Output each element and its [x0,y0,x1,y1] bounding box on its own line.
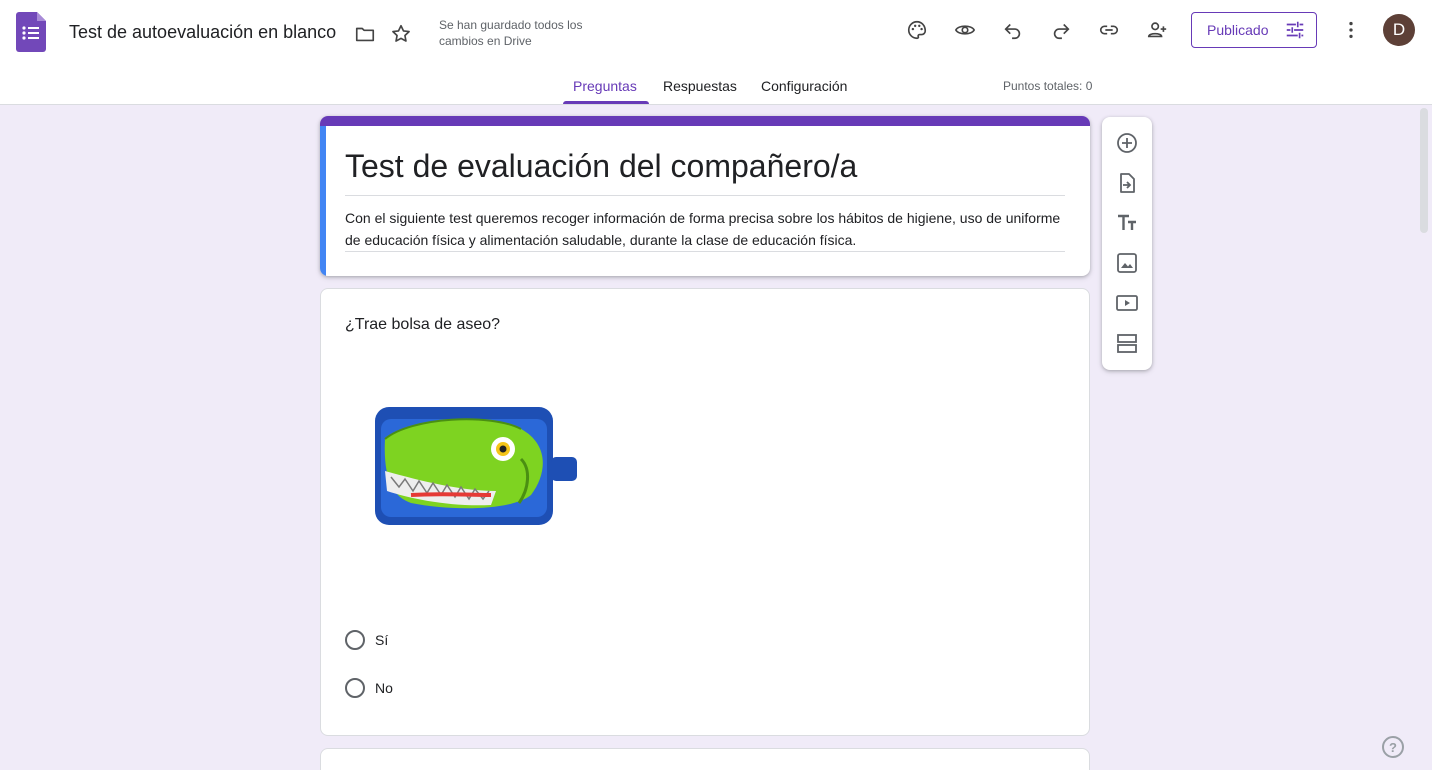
title-divider [345,195,1065,196]
tab-respuestas[interactable]: Respuestas [663,78,737,94]
side-toolbar [1102,117,1152,370]
eye-icon[interactable] [949,14,981,46]
add-video-icon[interactable] [1115,291,1139,315]
radio-button[interactable] [345,678,365,698]
radio-button[interactable] [345,630,365,650]
forms-logo-icon[interactable] [16,12,46,52]
form-description[interactable]: Con el siguiente test queremos recoger i… [345,207,1065,251]
help-icon[interactable]: ? [1382,736,1404,758]
palette-icon[interactable] [901,14,933,46]
link-icon[interactable] [1093,14,1125,46]
form-title[interactable]: Test de evaluación del compañero/a [345,148,857,185]
selected-indicator [320,126,326,276]
save-status: Se han guardado todos los cambios en Dri… [439,18,583,48]
add-title-icon[interactable] [1115,211,1139,235]
option-si[interactable]: Sí [345,629,388,651]
next-question-card[interactable] [320,748,1090,770]
total-points: Puntos totales: 0 [1003,79,1093,93]
active-tab-indicator [563,101,649,104]
tab-bar: Preguntas Respuestas Configuración Punto… [0,70,1432,104]
star-icon[interactable] [385,18,417,50]
tab-preguntas[interactable]: Preguntas [573,78,637,94]
undo-icon[interactable] [997,14,1029,46]
option-label: No [375,680,393,696]
toiletry-bag-image [375,407,577,525]
publish-button[interactable]: Publicado [1191,12,1317,48]
add-section-icon[interactable] [1115,331,1139,355]
tab-configuracion[interactable]: Configuración [761,78,847,94]
option-no[interactable]: No [345,677,393,699]
scrollbar-thumb[interactable] [1420,108,1428,233]
publish-label: Publicado [1207,22,1269,38]
tune-icon [1286,21,1304,39]
document-title[interactable]: Test de autoevaluación en blanco [69,22,336,43]
question-title: ¿Trae bolsa de aseo? [345,316,501,333]
add-person-icon[interactable] [1141,14,1173,46]
add-image-icon[interactable] [1115,251,1139,275]
avatar[interactable]: D [1383,14,1415,46]
app-header: Test de autoevaluación en blanco Se han … [0,0,1432,105]
more-vert-icon[interactable] [1335,14,1367,46]
add-question-icon[interactable] [1115,131,1139,155]
redo-icon[interactable] [1045,14,1077,46]
import-questions-icon[interactable] [1115,171,1139,195]
option-label: Sí [375,632,389,648]
description-divider [345,251,1065,252]
theme-bar [320,116,1090,126]
folder-icon[interactable] [349,18,381,50]
form-title-card[interactable]: Test de evaluación del compañero/a Con e… [320,116,1090,276]
question-card[interactable]: ¿Trae bolsa de aseo? Sí No [320,288,1090,736]
